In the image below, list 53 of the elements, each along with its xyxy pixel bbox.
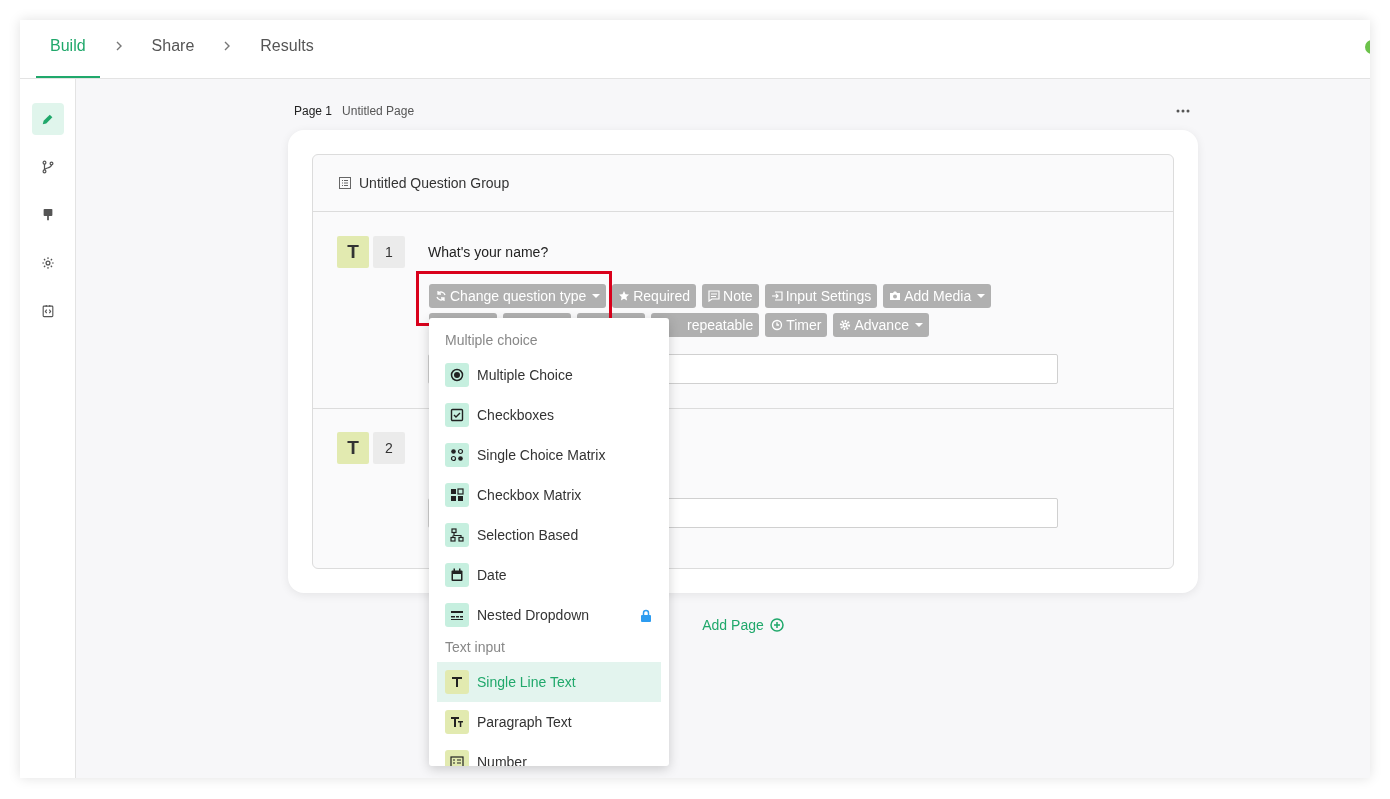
question-type-badge: T xyxy=(337,236,369,268)
lock-icon xyxy=(641,608,651,622)
checkbox-icon xyxy=(445,403,469,427)
menu-section-title: Text input xyxy=(444,638,506,657)
menu-item-label: Date xyxy=(477,567,507,583)
hierarchy-icon xyxy=(445,523,469,547)
question-type-badge: T xyxy=(337,432,369,464)
menu-item[interactable]: Selection Based xyxy=(437,515,661,555)
pencil-icon[interactable] xyxy=(32,103,64,135)
menu-item-label: Checkbox Matrix xyxy=(477,487,582,503)
group-title: Untitled Question Group xyxy=(359,175,510,191)
tab[interactable]: Share xyxy=(137,20,209,78)
dots-icon xyxy=(445,443,469,467)
text-size-icon xyxy=(445,710,469,734)
page-number: Page 1 xyxy=(294,104,333,118)
refresh-icon xyxy=(435,290,447,302)
menu-item-label: Single Line Text xyxy=(477,674,576,690)
menu-item[interactable]: Checkbox Matrix xyxy=(437,475,661,515)
menu-item[interactable]: Multiple Choice xyxy=(437,355,661,395)
menu-item[interactable]: Nested Dropdown xyxy=(437,595,661,635)
menu-item-label: Checkboxes xyxy=(477,407,555,423)
menu-item-label: Paragraph Text xyxy=(477,714,572,730)
menu-item-label: Nested Dropdown xyxy=(477,607,590,623)
caret-icon xyxy=(914,323,923,327)
list-icon xyxy=(339,177,351,189)
menu-item[interactable]: Single Choice Matrix xyxy=(437,435,661,475)
menu-item[interactable]: Paragraph Text xyxy=(437,702,661,742)
tab[interactable]: Results xyxy=(246,20,328,78)
calendar-icon xyxy=(445,563,469,587)
caret-icon xyxy=(977,294,986,298)
menu-item[interactable]: Checkboxes xyxy=(437,395,661,435)
input-icon xyxy=(770,290,783,302)
comment-icon xyxy=(708,290,721,302)
settings-icon xyxy=(839,319,852,331)
question-number: 2 xyxy=(373,432,405,464)
menu-item-label: Single Choice Matrix xyxy=(477,447,606,463)
menu-item-label: Multiple Choice xyxy=(477,367,573,383)
add-circle-icon[interactable] xyxy=(769,618,784,632)
camera-icon xyxy=(889,290,902,302)
question-title: What's your name? xyxy=(428,244,549,260)
grid-icon xyxy=(445,483,469,507)
page-title: Untitled Page xyxy=(342,104,415,118)
text-icon xyxy=(445,670,469,694)
caret-icon xyxy=(592,294,601,298)
menu-section-title: Multiple choice xyxy=(444,331,539,350)
radio-icon xyxy=(445,363,469,387)
dropdown-icon xyxy=(445,603,469,627)
more-icon[interactable] xyxy=(1176,109,1190,113)
clock-icon xyxy=(771,319,784,331)
question-number: 1 xyxy=(373,236,405,268)
menu-item[interactable]: Date xyxy=(437,555,661,595)
menu-item-label: Selection Based xyxy=(477,527,579,543)
star-icon xyxy=(618,290,631,302)
